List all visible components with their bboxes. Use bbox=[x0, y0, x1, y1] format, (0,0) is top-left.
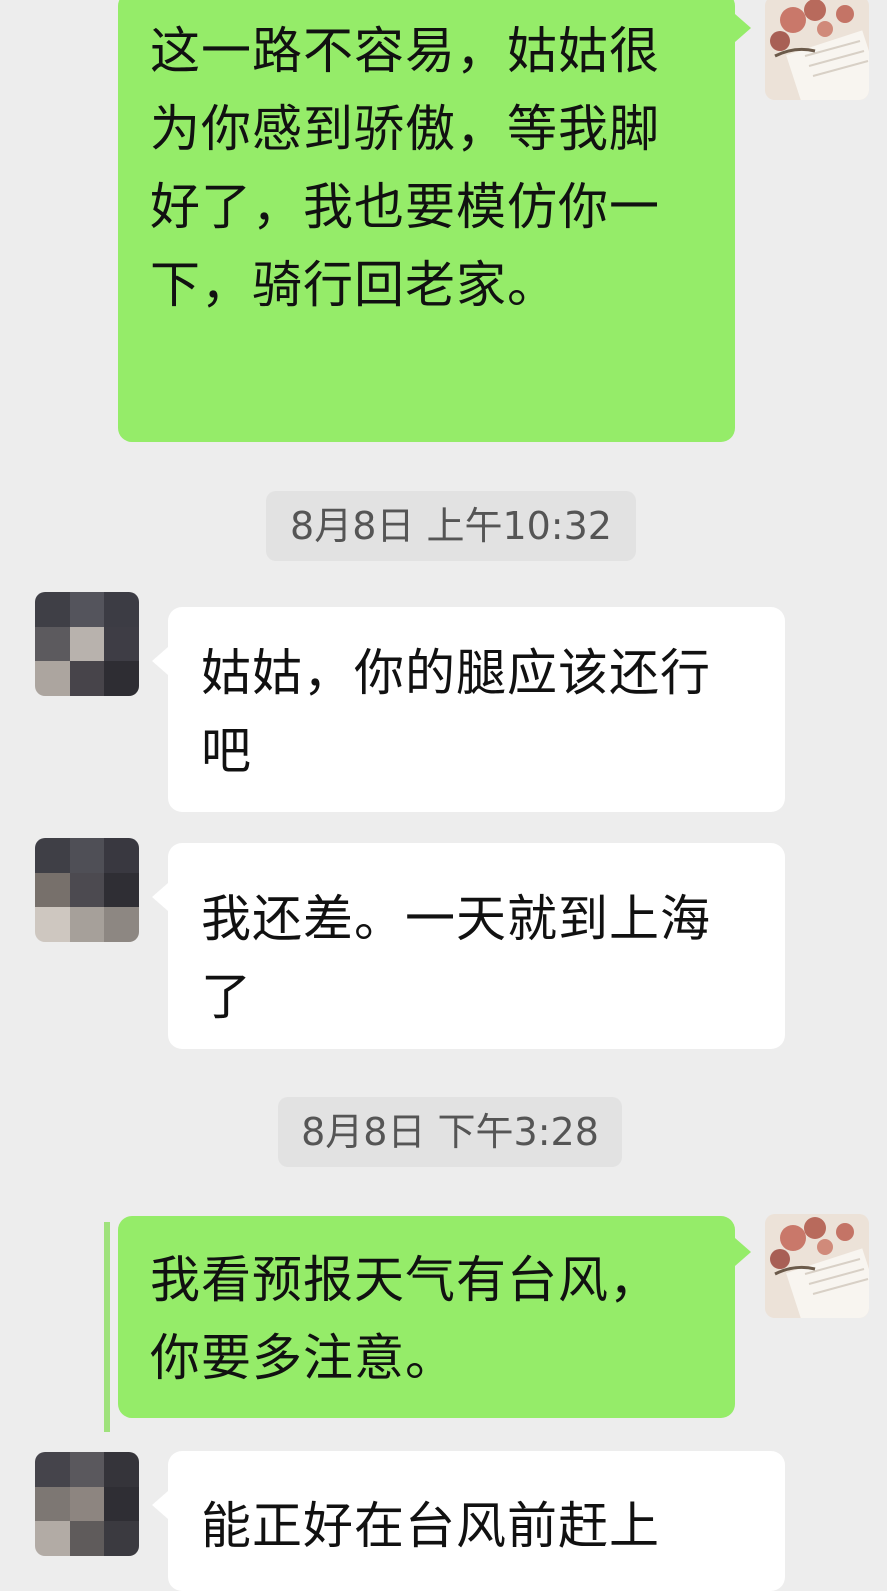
other-avatar[interactable] bbox=[35, 592, 139, 696]
message-bubble-other[interactable]: 我还差。一天就到上海了 bbox=[152, 843, 785, 1049]
quote-highlight-bar bbox=[104, 1222, 110, 1432]
message-bubble-other[interactable]: 能正好在台风前赶上 bbox=[152, 1451, 785, 1591]
message-bubble-self[interactable]: 这一路不容易，姑姑很为你感到骄傲，等我脚好了，我也要模仿你一下，骑行回老家。 bbox=[118, 0, 751, 442]
timestamp: 8月8日 上午10:32 bbox=[266, 491, 636, 561]
message-bubble-self[interactable]: 我看预报天气有台风，你要多注意。 bbox=[118, 1216, 751, 1418]
flowers-book-icon bbox=[765, 0, 869, 100]
other-avatar[interactable] bbox=[35, 838, 139, 942]
self-avatar[interactable] bbox=[765, 1214, 869, 1318]
timestamp: 8月8日 下午3:28 bbox=[278, 1097, 622, 1167]
message-bubble-other[interactable]: 姑姑，你的腿应该还行吧 bbox=[152, 607, 785, 812]
flowers-book-icon bbox=[765, 1214, 869, 1318]
chat-window: 这一路不容易，姑姑很为你感到骄傲，等我脚好了，我也要模仿你一下，骑行回老家。 8… bbox=[0, 0, 887, 1591]
self-avatar[interactable] bbox=[765, 0, 869, 100]
other-avatar[interactable] bbox=[35, 1452, 139, 1556]
